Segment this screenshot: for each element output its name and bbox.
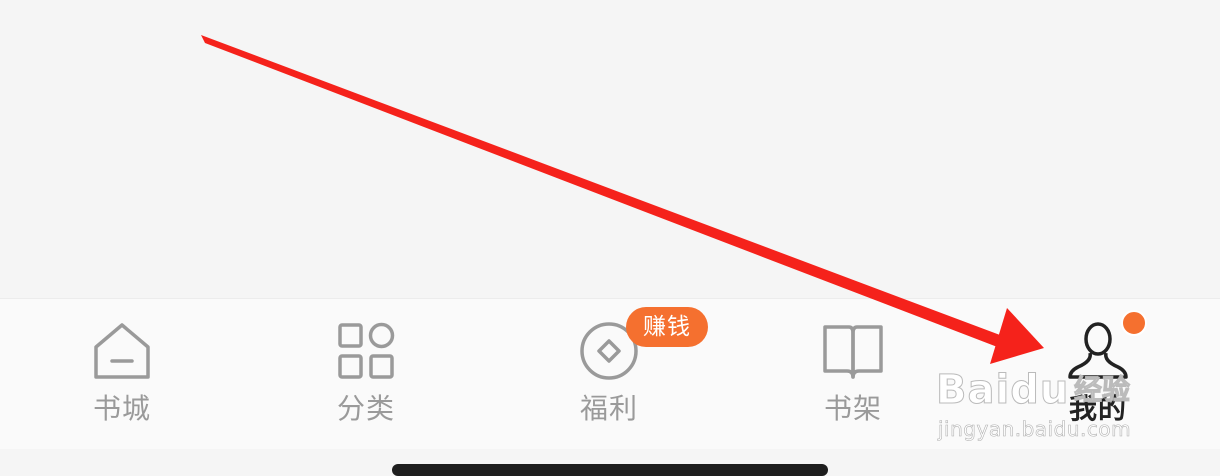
tab-label: 分类 xyxy=(336,392,395,425)
home-indicator[interactable] xyxy=(392,464,828,476)
book-icon xyxy=(823,325,883,379)
home-icon xyxy=(94,323,150,379)
tab-label: 书城 xyxy=(92,392,151,425)
tab-bookshelf[interactable]: 书架 xyxy=(773,299,933,449)
tab-mine[interactable]: 我的 xyxy=(1018,299,1178,449)
tab-label: 我的 xyxy=(1068,392,1127,425)
grid-icon xyxy=(338,322,395,379)
bottom-tab-bar: 书城 分类 福利 书架 我的 xyxy=(0,298,1220,449)
tab-label: 书架 xyxy=(823,392,882,425)
content-area xyxy=(0,0,1220,298)
welfare-badge: 赚钱 xyxy=(626,307,708,347)
tab-category[interactable]: 分类 xyxy=(286,299,446,449)
notification-dot xyxy=(1121,310,1147,336)
tab-label: 福利 xyxy=(579,392,638,425)
user-icon xyxy=(1068,322,1128,379)
tab-bookstore[interactable]: 书城 xyxy=(42,299,202,449)
